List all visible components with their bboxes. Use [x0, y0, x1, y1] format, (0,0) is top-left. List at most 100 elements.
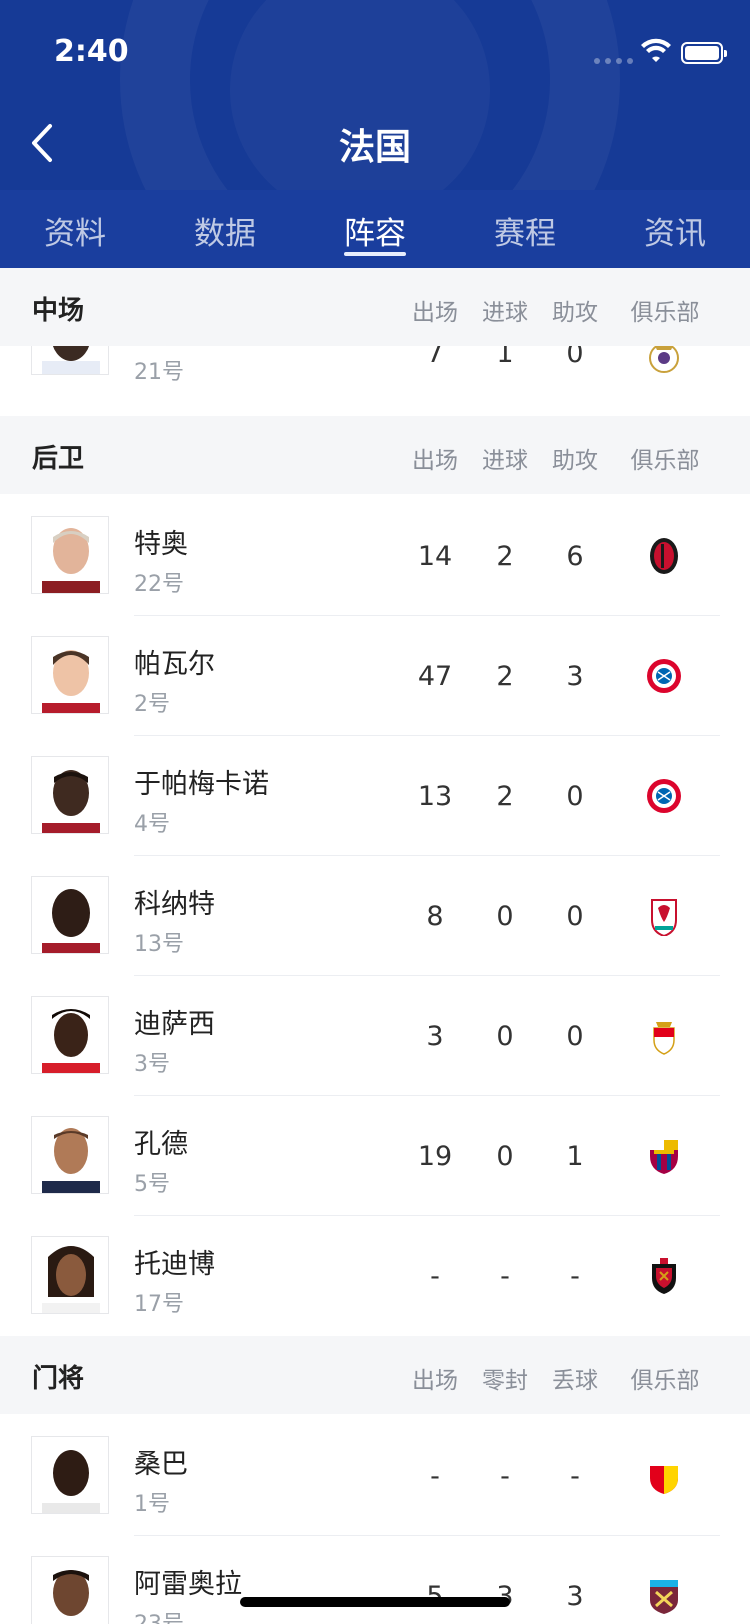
tab-schedule[interactable]: 赛程	[450, 190, 600, 268]
column-header: 俱乐部	[630, 1368, 700, 1394]
player-avatar	[31, 1436, 109, 1514]
column-header: 助攻	[552, 448, 598, 474]
table-row[interactable]: 迪萨西 3号 3 0 0	[0, 976, 750, 1096]
player-number: 13号	[134, 932, 184, 957]
club-bayern-icon	[647, 659, 681, 693]
tab-profile[interactable]: 资料	[0, 190, 150, 268]
signal-icon	[594, 58, 633, 64]
column-header: 出场	[412, 300, 458, 326]
column-header: 进球	[482, 448, 528, 474]
club-nice-icon	[652, 1258, 676, 1294]
player-name: 于帕梅卡诺	[134, 769, 269, 800]
section-header-defence: 后卫 出场 进球 助攻 俱乐部	[0, 416, 750, 494]
player-number: 17号	[134, 1292, 184, 1317]
player-number: 23号	[134, 1606, 184, 1624]
player-name: 托迪博	[134, 1249, 215, 1280]
club-west-ham-icon	[650, 1580, 678, 1614]
table-row[interactable]: 特奥 22号 14 2 6	[0, 496, 750, 616]
player-avatar	[31, 1556, 109, 1624]
stat-goals: 0	[496, 1141, 514, 1172]
club-bayern-icon	[647, 779, 681, 813]
table-row[interactable]: 阿雷奥拉 23号 5 3 3	[0, 1536, 750, 1624]
table-row[interactable]: 桑巴 1号 - - -	[0, 1416, 750, 1536]
player-name: 特奥	[134, 529, 188, 560]
page-title: 法国	[338, 127, 411, 168]
section-title: 后卫	[32, 444, 85, 474]
player-number: 5号	[134, 1172, 170, 1197]
stat-apps: -	[430, 1261, 440, 1292]
section-title: 门将	[32, 1364, 85, 1394]
stat-apps: -	[430, 1461, 440, 1492]
player-name: 桑巴	[134, 1449, 188, 1480]
stat-assists: 0	[566, 1021, 584, 1052]
table-row[interactable]: 孔德 5号 19 0 1	[0, 1096, 750, 1216]
stat-goals: -	[500, 1261, 510, 1292]
stat-clean-sheets: -	[500, 1461, 510, 1492]
stat-assists: 0	[566, 901, 584, 932]
battery-icon	[681, 42, 727, 64]
player-number: 4号	[134, 812, 170, 837]
status-time: 2:40	[54, 34, 129, 69]
club-liverpool-icon	[651, 899, 677, 936]
column-header: 进球	[482, 300, 528, 326]
column-header: 丢球	[552, 1368, 598, 1394]
player-avatar	[31, 996, 109, 1074]
player-avatar	[31, 876, 109, 954]
player-name: 阿雷奥拉	[134, 1569, 242, 1600]
stat-goals: 0	[496, 1021, 514, 1052]
table-row[interactable]: 帕瓦尔 2号 47 2 3	[0, 616, 750, 736]
player-number: 3号	[134, 1052, 170, 1077]
player-number: 22号	[134, 572, 184, 597]
column-header: 俱乐部	[630, 448, 700, 474]
player-name: 科纳特	[134, 889, 215, 920]
player-avatar	[31, 516, 109, 594]
stat-assists: 6	[566, 541, 584, 572]
table-row[interactable]: 托迪博 17号 - - -	[0, 1216, 750, 1336]
tab-stats[interactable]: 数据	[150, 190, 300, 268]
column-header: 出场	[412, 448, 458, 474]
player-number: 2号	[134, 692, 170, 717]
stat-goals: 0	[496, 901, 514, 932]
stat-goals: 2	[496, 661, 514, 692]
player-name: 孔德	[134, 1129, 188, 1160]
club-ac-milan-icon	[650, 538, 678, 574]
stat-goals: 2	[496, 781, 514, 812]
stat-apps: 3	[426, 1021, 444, 1052]
stat-assists: 3	[566, 661, 584, 692]
section-title: 中场	[32, 296, 85, 326]
stat-apps: 8	[426, 901, 444, 932]
tab-squad[interactable]: 阵容	[300, 190, 450, 268]
column-header: 助攻	[552, 300, 598, 326]
column-header: 出场	[412, 1368, 458, 1394]
stat-conceded: 3	[566, 1581, 584, 1612]
club-monaco-icon	[653, 1022, 675, 1055]
table-row[interactable]: 科纳特 13号 8 0 0	[0, 856, 750, 976]
player-number: 21号	[134, 360, 184, 385]
section-header-goalkeepers: 门将 出场 零封 丢球 俱乐部	[0, 1336, 750, 1414]
stat-assists: 0	[566, 781, 584, 812]
stat-apps: 13	[417, 781, 453, 812]
section-header-midfield: 中场 出场 进球 助攻 俱乐部	[0, 268, 750, 346]
stat-conceded: -	[570, 1461, 580, 1492]
tab-news[interactable]: 资讯	[600, 190, 750, 268]
player-name: 帕瓦尔	[134, 649, 215, 680]
player-avatar	[31, 636, 109, 714]
column-header: 零封	[482, 1368, 528, 1394]
stat-assists: 1	[566, 1141, 584, 1172]
player-avatar	[31, 756, 109, 834]
stat-goals: 2	[496, 541, 514, 572]
table-row[interactable]: 于帕梅卡诺 4号 13 2 0	[0, 736, 750, 856]
club-barcelona-icon	[650, 1140, 678, 1174]
wifi-icon	[641, 38, 671, 62]
player-number: 1号	[134, 1492, 170, 1517]
home-indicator[interactable]	[240, 1597, 510, 1607]
tab-bar: 资料 数据 阵容 赛程 资讯	[0, 190, 750, 268]
player-name: 迪萨西	[134, 1009, 215, 1040]
stat-assists: -	[570, 1261, 580, 1292]
stat-apps: 14	[417, 541, 453, 572]
club-lens-icon	[650, 1460, 678, 1494]
player-avatar	[31, 1236, 109, 1314]
stat-apps: 19	[417, 1141, 453, 1172]
player-avatar	[31, 1116, 109, 1194]
column-header: 俱乐部	[630, 300, 700, 326]
